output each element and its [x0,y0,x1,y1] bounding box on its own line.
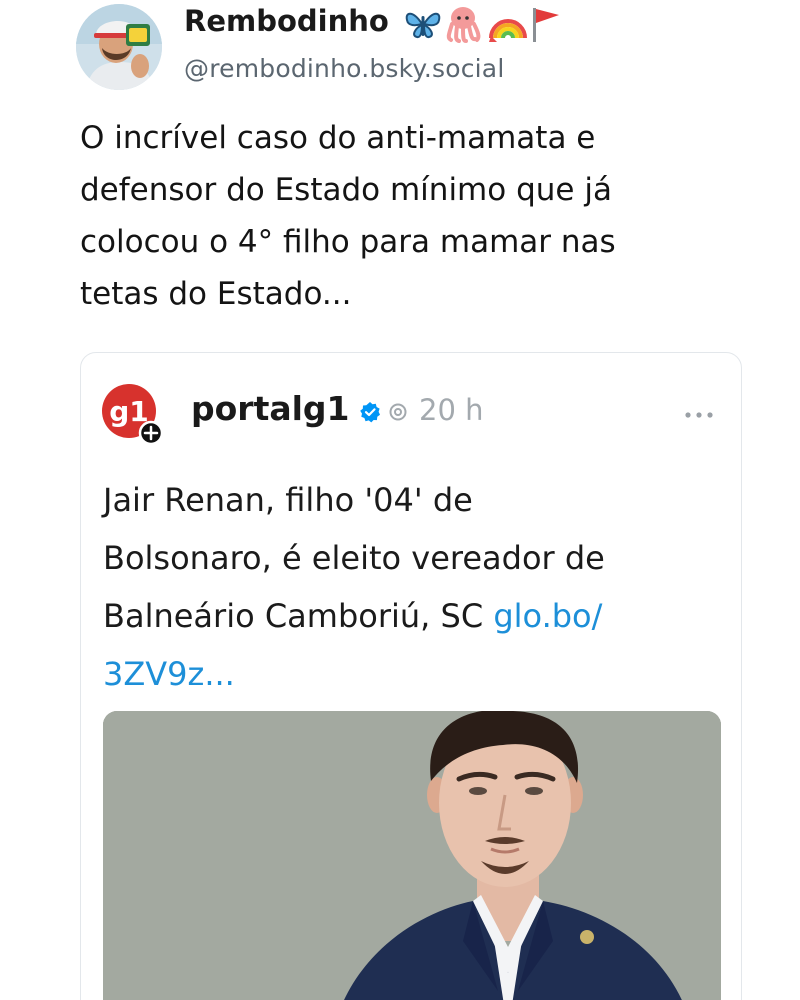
embed-timestamp: 20 h [419,393,484,427]
embed-text-line: Bolsonaro, é eleito vereador de [103,539,605,577]
g1-avatar[interactable]: g1 [101,383,164,446]
butterfly-icon [405,12,441,39]
post-text-line: O incrível caso do anti-mamata e [80,120,596,156]
author-handle[interactable]: @rembodinho.bsky.social [184,54,504,83]
threads-icon [389,403,407,421]
embed-author-name[interactable]: portalg1 [191,389,350,428]
post-text-line: defensor do Estado mínimo que já [80,172,612,208]
embed-text-line: Jair Renan, filho '04' de [103,481,473,519]
embed-text-line: Balneário Camboriú, SC glo.bo/ [103,587,723,645]
embed-photo[interactable] [103,711,721,1000]
octopus-icon [446,7,481,43]
name-emoji-row [403,4,563,44]
more-options-icon[interactable] [684,411,714,419]
verified-badge-icon [360,402,380,423]
post-text-line: colocou o 4° filho para mamar nas [80,224,616,260]
post: Rembodinho @rembodinho.bsky.social O inc… [0,0,800,1000]
embed-link[interactable]: glo.bo/ [493,597,602,635]
embed-link-continuation[interactable]: 3ZV9z... [103,645,723,703]
post-text: O incrível caso do anti-mamata e defenso… [80,112,770,320]
svg-text:g1: g1 [109,395,149,428]
portrait-photo [103,711,721,1000]
embed-text: Jair Renan, filho '04' de Bolsonaro, é e… [103,471,723,703]
embedded-post-card[interactable]: g1 portalg1 20 h Jair Renan, filho '04' … [80,352,742,1000]
post-text-line: tetas do Estado... [80,276,352,312]
red-flag-icon [533,8,559,42]
rainbow-icon [489,19,527,42]
embed-text-fragment: Balneário Camboriú, SC [103,597,494,635]
author-display-name[interactable]: Rembodinho [184,4,389,38]
author-avatar[interactable] [76,4,162,90]
avatar-photo [76,4,162,90]
